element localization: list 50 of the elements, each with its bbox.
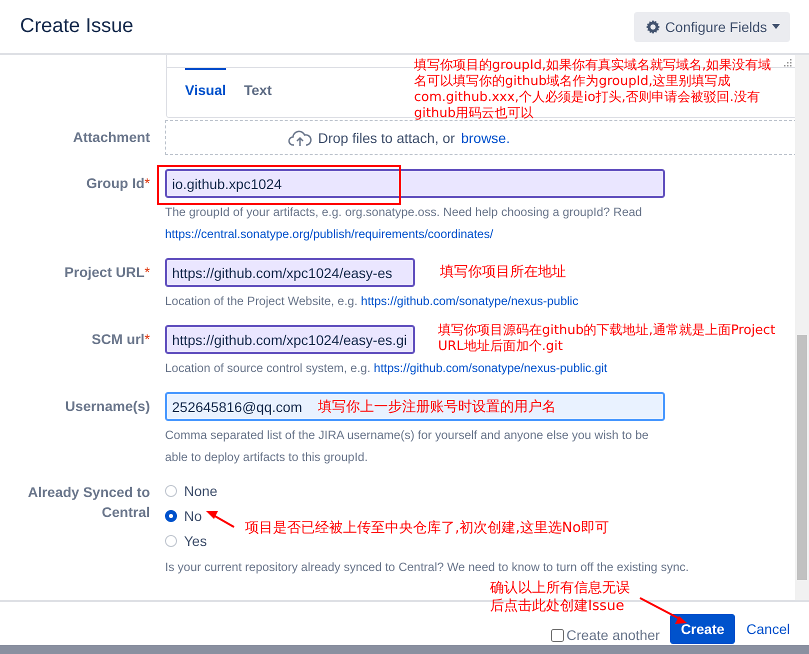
radio-button[interactable] [165,534,177,546]
help-link[interactable]: https://github.com/sonatype/nexus-public.git [374,361,608,375]
radio-button[interactable] [165,484,177,496]
annotation-note: 确认以上所有信息无误后点击此处创建Issue [490,579,631,615]
radio-button[interactable] [165,510,177,522]
annotation-note: 填写你项目所在地址 [440,263,567,281]
resize-grip-icon[interactable] [783,58,792,67]
help-link[interactable]: https://github.com/sonatype/nexus-public [360,294,578,308]
checkbox[interactable] [551,628,564,642]
radio-label[interactable]: No [184,508,202,524]
help-text: The groupId of your artifacts, e.g. org.sonatype.oss. Need help choosing a groupId? Read https://central.sonatype.org/publish/requirements/coordinates/ [165,204,643,243]
field-label: Project URL [64,264,145,280]
field-label: Group Id [86,175,145,191]
scrollbar[interactable] [795,55,809,600]
text-field[interactable]: https://github.com/xpc1024/easy-es.gi [165,325,415,354]
annotation-note: 项目是否已经被上传至中央仓库了,初次创建,这里选No即可 [245,519,610,537]
field-label: Username(s) [65,398,150,414]
annotation-arrow [206,511,234,528]
cloud-upload-icon [288,128,312,146]
cancel-link[interactable]: Cancel [746,620,790,636]
text-field[interactable]: io.github.xpc1024 [165,169,665,198]
checkbox-label[interactable]: Create another [566,627,660,643]
help-text: Location of source control system, e.g. https://github.com/sonatype/nexus-public.git [165,360,608,377]
editor-tab[interactable]: Text [244,68,272,102]
editor-tab[interactable]: Visual [185,68,226,102]
field-label: Already Synced to Central [28,484,150,520]
field-label: SCM url [92,331,145,347]
help-text: Location of the Project Website, e.g. https://github.com/sonatype/nexus-public [165,293,580,310]
required-mark: * [144,331,150,347]
annotation-note: 填写你项目的groupId,如果你有真实域名就写域名,如果没有域名可以填写你的github域名作为groupId,这里别填写成com.github.xxx,个人必须是io打头,否则申请会被驳回.没有github用码云也可以 [414,58,772,122]
annotation-note: 填写你项目源码在github的下载地址,通常就是上面Project URL地址后面加个.git [438,323,776,355]
required-mark: * [144,175,150,191]
configure-fields-button[interactable]: Configure Fields [634,12,790,42]
radio-label[interactable]: None [184,482,218,498]
browse-link[interactable]: browse. [460,130,510,146]
dialog-title: Create Issue [20,15,134,38]
help-text: Is your current repository already synced to Central? We need to know to turn off the existing sync. [165,559,690,576]
scrollbar-thumb[interactable] [797,335,807,580]
create-button[interactable]: Create [670,614,736,644]
required-mark: * [144,264,150,280]
help-link[interactable]: https://central.sonatype.org/publish/requirements/coordinates/ [165,227,494,241]
field-label: Attachment [72,129,150,145]
caret-icon [772,24,780,29]
radio-label[interactable]: Yes [184,532,207,548]
help-text: Comma separated list of the JIRA username(s) for yourself and anyone else you wish to be able to deploy artifacts to this groupId. [165,427,650,466]
annotation-arrow [640,597,687,624]
settings-icon [646,20,660,34]
text-field[interactable]: https://github.com/xpc1024/easy-es [165,258,415,287]
annotation-note: 填写你上一步注册账号时设置的用户名 [318,398,557,416]
drop-hint: Drop files to attach, or [318,130,455,146]
